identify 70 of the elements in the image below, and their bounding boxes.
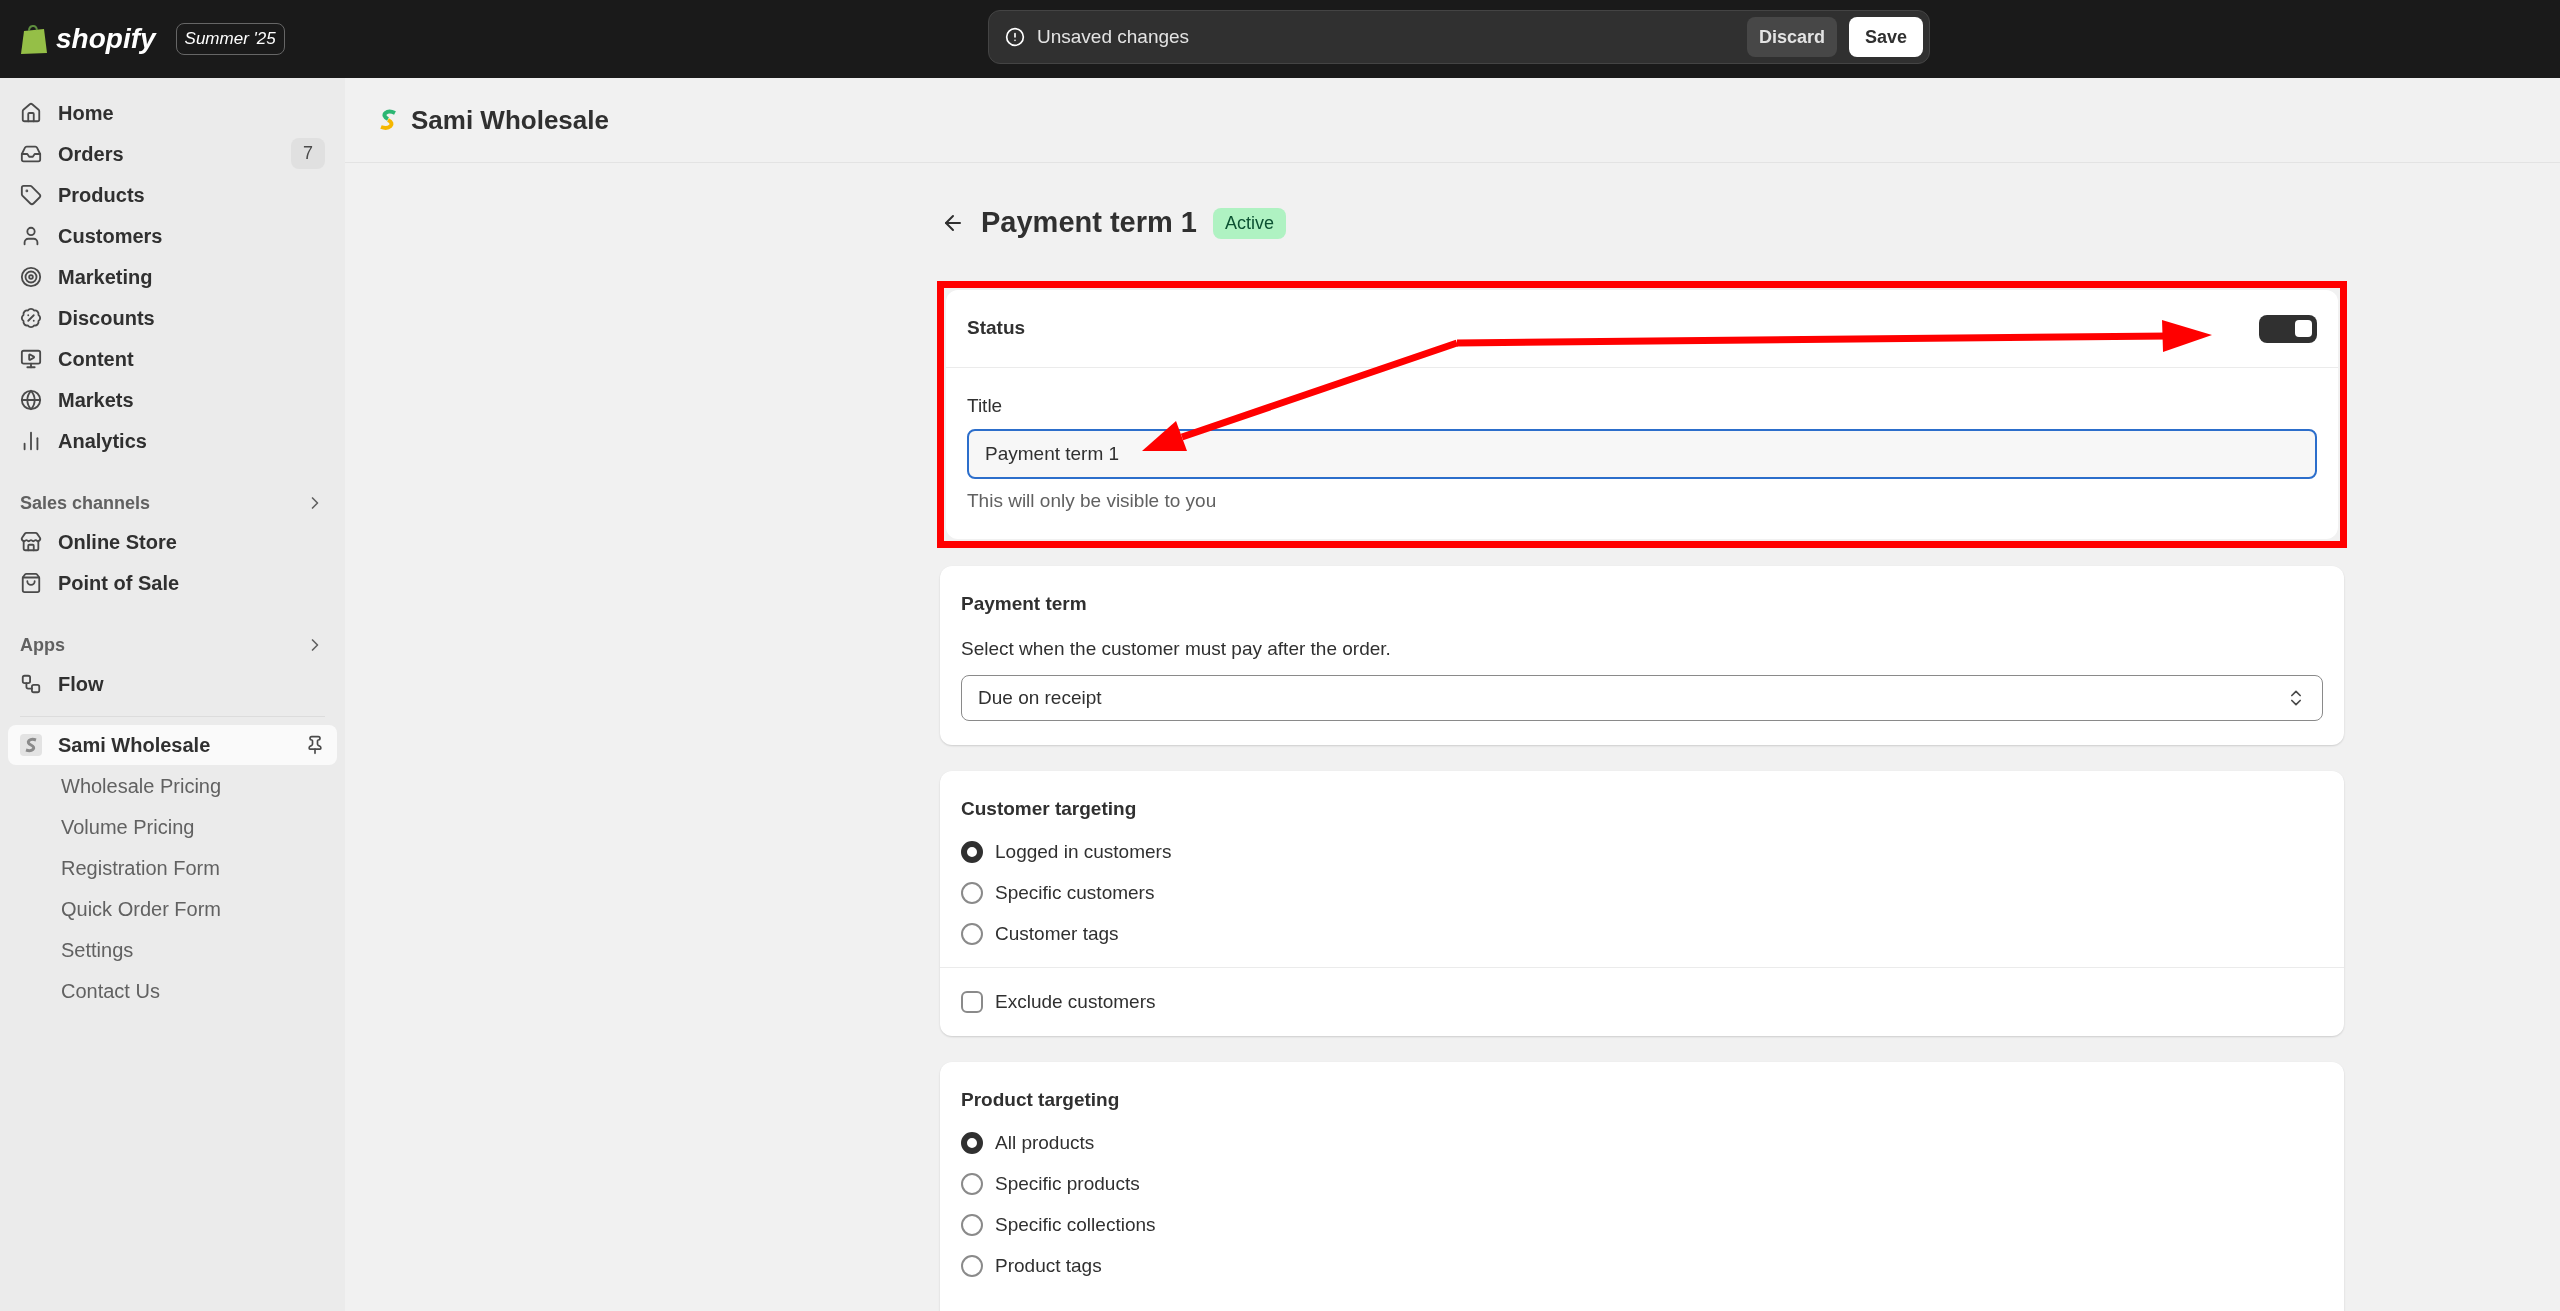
nav-item[interactable]: Analytics [8, 420, 337, 461]
alert-icon [1005, 27, 1025, 47]
percent-badge-icon [20, 306, 42, 329]
radio-button[interactable] [961, 841, 983, 863]
globe-icon [20, 388, 42, 411]
radio-button[interactable] [961, 1214, 983, 1236]
nav-item[interactable]: Marketing [8, 256, 337, 297]
sub-nav-item[interactable]: Volume Pricing [8, 806, 337, 847]
checkbox-label: Exclude customers [995, 989, 1156, 1014]
sub-nav-item[interactable]: Settings [8, 929, 337, 970]
app-title: Sami Wholesale [411, 103, 609, 137]
store-icon [20, 530, 42, 553]
flow-icon [20, 672, 42, 695]
sub-nav-item[interactable]: Wholesale Pricing [8, 765, 337, 806]
radio-label: Specific collections [995, 1212, 1156, 1237]
edition-tag: Summer '25 [175, 23, 285, 55]
checkbox[interactable] [961, 990, 983, 1013]
status-tag: Active [1213, 207, 1287, 239]
app-nav-item[interactable]: Sami Wholesale [8, 725, 337, 765]
nav-item[interactable]: Orders 7 [8, 133, 337, 174]
radio-button[interactable] [961, 923, 983, 945]
title-input-field[interactable]: Payment term 1 [967, 428, 2317, 479]
radio-button[interactable] [961, 1255, 983, 1277]
unsaved-changes-text: Unsaved changes [1037, 24, 1191, 49]
radio-label: Specific customers [995, 880, 1155, 905]
radio-button[interactable] [961, 1132, 983, 1154]
nav-item[interactable]: Markets [8, 379, 337, 420]
nav-item[interactable]: Point of Sale [8, 562, 337, 603]
app-logo-icon [377, 108, 399, 132]
bag-icon [20, 571, 42, 594]
radio-label: Product tags [995, 1253, 1102, 1278]
logo-text: shopify [56, 22, 156, 56]
radio-label: Customer tags [995, 921, 1119, 946]
shopping-bag-logo-icon [20, 23, 48, 55]
tag-icon [20, 183, 42, 206]
pin-icon[interactable] [305, 735, 325, 755]
card-heading: Payment term [961, 592, 1088, 616]
field-label: Title [967, 394, 1004, 418]
sub-nav-item[interactable]: Registration Form [8, 847, 337, 888]
discard-button[interactable]: Discard [1746, 17, 1837, 57]
nav-item[interactable]: Customers [8, 215, 337, 256]
nav-item[interactable]: Flow [8, 663, 337, 704]
nav-item[interactable]: Online Store [8, 521, 337, 562]
home-icon [20, 101, 42, 124]
card-heading: Status [967, 316, 1026, 341]
radio-button[interactable] [961, 882, 983, 904]
card-heading: Customer targeting [961, 797, 1138, 821]
monitor-icon [20, 347, 42, 370]
nav-item[interactable]: Home [8, 92, 337, 133]
page-title: Payment term 1 [981, 205, 1197, 241]
radio-label: All products [995, 1130, 1095, 1155]
sub-nav-item[interactable]: Quick Order Form [8, 888, 337, 929]
section-title: Apps [20, 633, 66, 657]
status-toggle[interactable] [2259, 314, 2317, 343]
target-icon [20, 265, 42, 288]
nav-item[interactable]: Content [8, 338, 337, 379]
section-title: Sales channels [20, 491, 152, 515]
help-text: This will only be visible to you [967, 488, 1218, 513]
card-description: Select when the customer must pay after the order. [961, 636, 1392, 661]
sub-nav-item[interactable]: Contact Us [8, 970, 337, 1011]
payment-term-select[interactable]: Due on receipt [961, 675, 2323, 721]
app-logo-icon [20, 734, 42, 756]
nav-item[interactable]: Discounts [8, 297, 337, 338]
count-badge: 7 [291, 138, 325, 169]
save-button[interactable]: Save [1848, 17, 1923, 57]
nav-item[interactable]: Products [8, 174, 337, 215]
radio-label: Specific products [995, 1171, 1140, 1196]
card-heading: Product targeting [961, 1088, 1121, 1112]
radio-button[interactable] [961, 1173, 983, 1195]
radio-label: Logged in customers [995, 839, 1172, 864]
